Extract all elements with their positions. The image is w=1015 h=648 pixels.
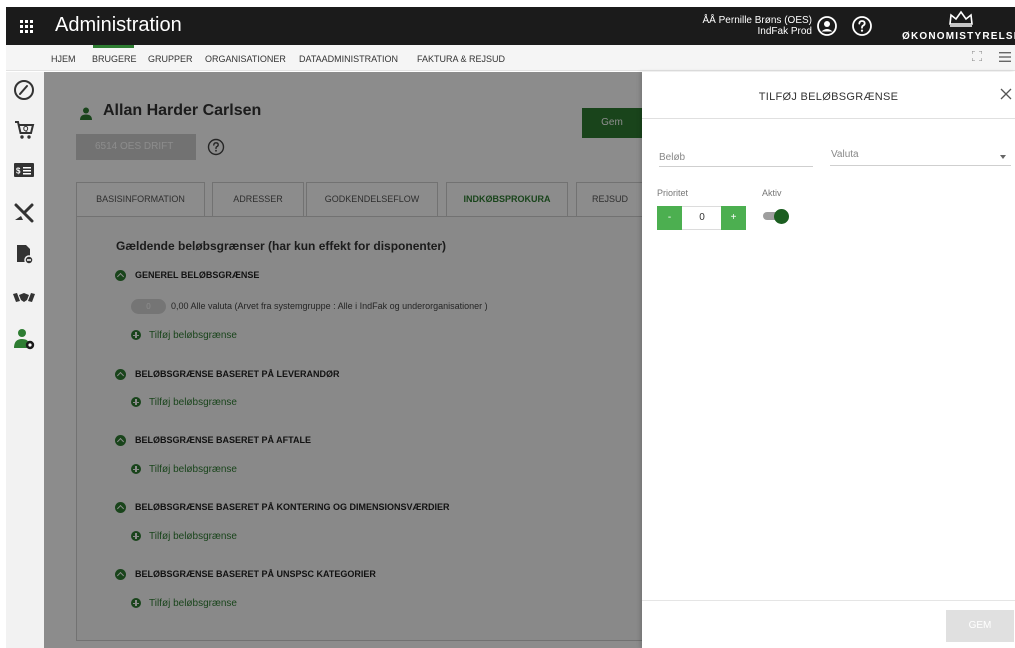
priority-label: Prioritet	[657, 188, 689, 198]
crown-icon	[949, 10, 973, 27]
nav-item-hjem[interactable]: HJEM	[51, 54, 76, 64]
svg-text:$: $	[16, 167, 21, 176]
app-title: Administration	[55, 14, 182, 36]
priority-value[interactable]: 0	[682, 207, 722, 229]
document-icon[interactable]	[12, 242, 36, 266]
handshake-icon[interactable]	[12, 286, 36, 310]
panel-footer-divider	[642, 600, 1015, 601]
active-toggle[interactable]	[763, 209, 789, 224]
hamburger-menu-icon[interactable]	[999, 52, 1011, 62]
help-icon[interactable]	[852, 16, 872, 36]
user-name-line: ÅÅ Pernille Brøns (OES)	[702, 15, 812, 26]
user-env-line: IndFak Prod	[757, 26, 812, 37]
currency-placeholder: Valuta	[831, 149, 859, 160]
main-content: Allan Harder Carlsen Gem 6514 OES DRIFT …	[44, 72, 642, 648]
user-account-icon[interactable]	[817, 16, 837, 36]
nav-item-organisationer[interactable]: ORGANISATIONER	[205, 54, 286, 64]
user-info[interactable]: ÅÅ Pernille Brøns (OES) IndFak Prod	[703, 15, 812, 37]
nav-active-indicator	[93, 45, 134, 48]
increment-button[interactable]: +	[721, 206, 746, 230]
svg-text:Q: Q	[23, 126, 29, 133]
decrement-button[interactable]: -	[657, 206, 682, 230]
nav-item-brugere[interactable]: BRUGERE	[92, 54, 137, 64]
agency-logo: ØKONOMISTYRELSEN	[896, 9, 1015, 45]
amount-input[interactable]	[659, 149, 813, 167]
toggle-knob	[774, 209, 789, 224]
priority-stepper: - 0 +	[657, 206, 746, 230]
nav-item-faktura-rejsud[interactable]: FAKTURA & REJSUD	[417, 54, 505, 64]
panel-save-button[interactable]: GEM	[946, 610, 1014, 642]
close-icon[interactable]	[1000, 88, 1012, 100]
currency-select[interactable]: Valuta	[830, 147, 1011, 166]
nav-item-dataadministration[interactable]: DATAADMINISTRATION	[299, 54, 398, 64]
nav-item-grupper[interactable]: GRUPPER	[148, 54, 193, 64]
logo-text: ØKONOMISTYRELSEN	[902, 31, 1015, 42]
top-bar: Administration ÅÅ Pernille Brøns (OES) I…	[6, 7, 1015, 45]
sidebar: Q $	[6, 72, 44, 648]
active-label: Aktiv	[762, 188, 782, 198]
app-grid-icon[interactable]	[20, 20, 33, 33]
modal-backdrop[interactable]	[44, 72, 642, 648]
dashboard-icon[interactable]	[12, 78, 36, 102]
fullscreen-icon[interactable]	[972, 51, 982, 61]
add-limit-panel: TILFØJ BELØBSGRÆNSE Valuta Prioritet Akt…	[642, 72, 1015, 648]
invoice-icon[interactable]: $	[12, 158, 36, 182]
user-settings-icon[interactable]	[12, 327, 36, 351]
dropdown-caret-icon	[1000, 155, 1006, 159]
main-nav: HJEM BRUGERE GRUPPER ORGANISATIONER DATA…	[6, 45, 1015, 71]
panel-divider	[642, 118, 1015, 119]
cart-icon[interactable]: Q	[12, 118, 36, 142]
travel-icon[interactable]	[12, 201, 36, 225]
panel-title: TILFØJ BELØBSGRÆNSE	[758, 91, 899, 103]
